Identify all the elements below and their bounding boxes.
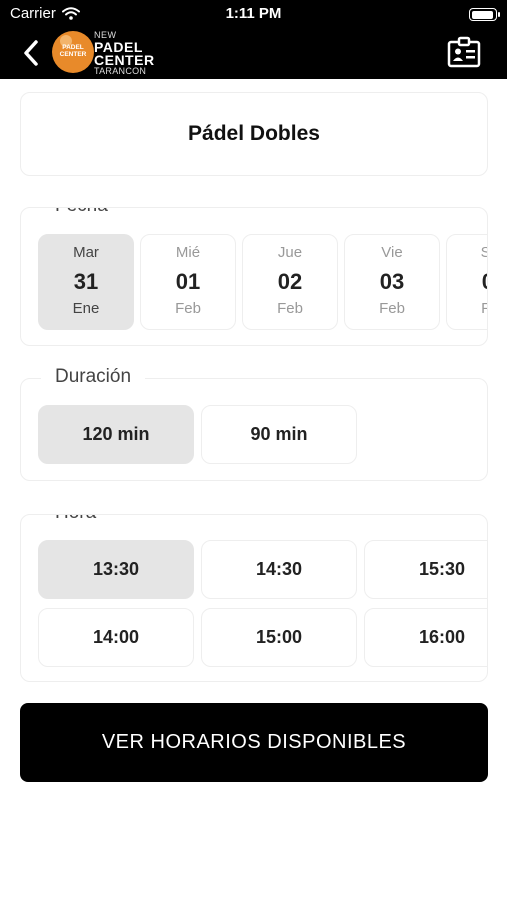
service-title: Pádel Dobles [188,122,320,145]
id-card-icon [447,36,481,68]
status-bar: Carrier 1:11 PM [0,0,507,30]
date-tile[interactable]: Mié 01 Feb [140,234,236,330]
date-tile[interactable]: Sáb 04 Feb [446,234,487,330]
cta-label: VER HORARIOS DISPONIBLES [101,731,407,753]
time-slot[interactable]: 13:30 [38,540,194,599]
duration-section: Duración 120 min 90 min [20,366,488,481]
time-slot[interactable]: 15:30 [364,540,487,599]
service-title-card: Pádel Dobles [20,92,488,176]
date-tile[interactable]: Jue 02 Feb [242,234,338,330]
logo-wordmark: NEW PADEL CENTER TARANCON [94,30,155,76]
date-scroller[interactable]: Mar 31 Ene Mié 01 Feb Jue 02 Feb Vie 03 … [38,234,487,330]
date-section-label: Fecha [41,208,122,217]
duration-section-label: Duración [41,366,146,388]
status-time: 1:11 PM [225,5,282,22]
time-slot[interactable]: 15:00 [201,608,357,667]
date-tile[interactable]: Vie 03 Feb [344,234,440,330]
app-logo: PADEL CENTER NEW PADEL CENTER TARANCON [50,30,160,79]
time-section: Hora 13:30 14:30 15:30 14:00 15:00 16:00 [20,514,488,682]
back-button[interactable] [18,36,48,70]
battery-icon [469,8,500,21]
battery-fill [471,10,494,19]
duration-option[interactable]: 120 min [38,405,194,464]
show-available-times-button[interactable]: VER HORARIOS DISPONIBLES [20,703,488,782]
chevron-left-icon [24,40,38,66]
time-slot[interactable]: 16:00 [364,608,487,667]
profile-button[interactable] [446,36,482,70]
time-slot[interactable]: 14:30 [201,540,357,599]
logo-emblem: PADEL CENTER [52,31,94,73]
nav-bar: PADEL CENTER NEW PADEL CENTER TARANCON [0,30,507,79]
time-section-label: Hora [41,515,111,524]
date-section: Fecha Mar 31 Ene Mié 01 Feb Jue 02 Feb V… [20,207,488,346]
duration-option[interactable]: 90 min [201,405,357,464]
time-slot[interactable]: 14:00 [38,608,194,667]
date-tile[interactable]: Mar 31 Ene [38,234,134,330]
